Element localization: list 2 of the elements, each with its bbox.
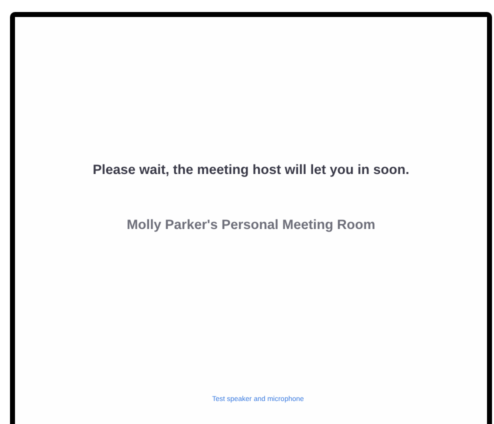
room-name: Molly Parker's Personal Meeting Room — [126, 217, 376, 232]
waiting-message: Please wait, the meeting host will let you in soon. — [92, 162, 410, 177]
